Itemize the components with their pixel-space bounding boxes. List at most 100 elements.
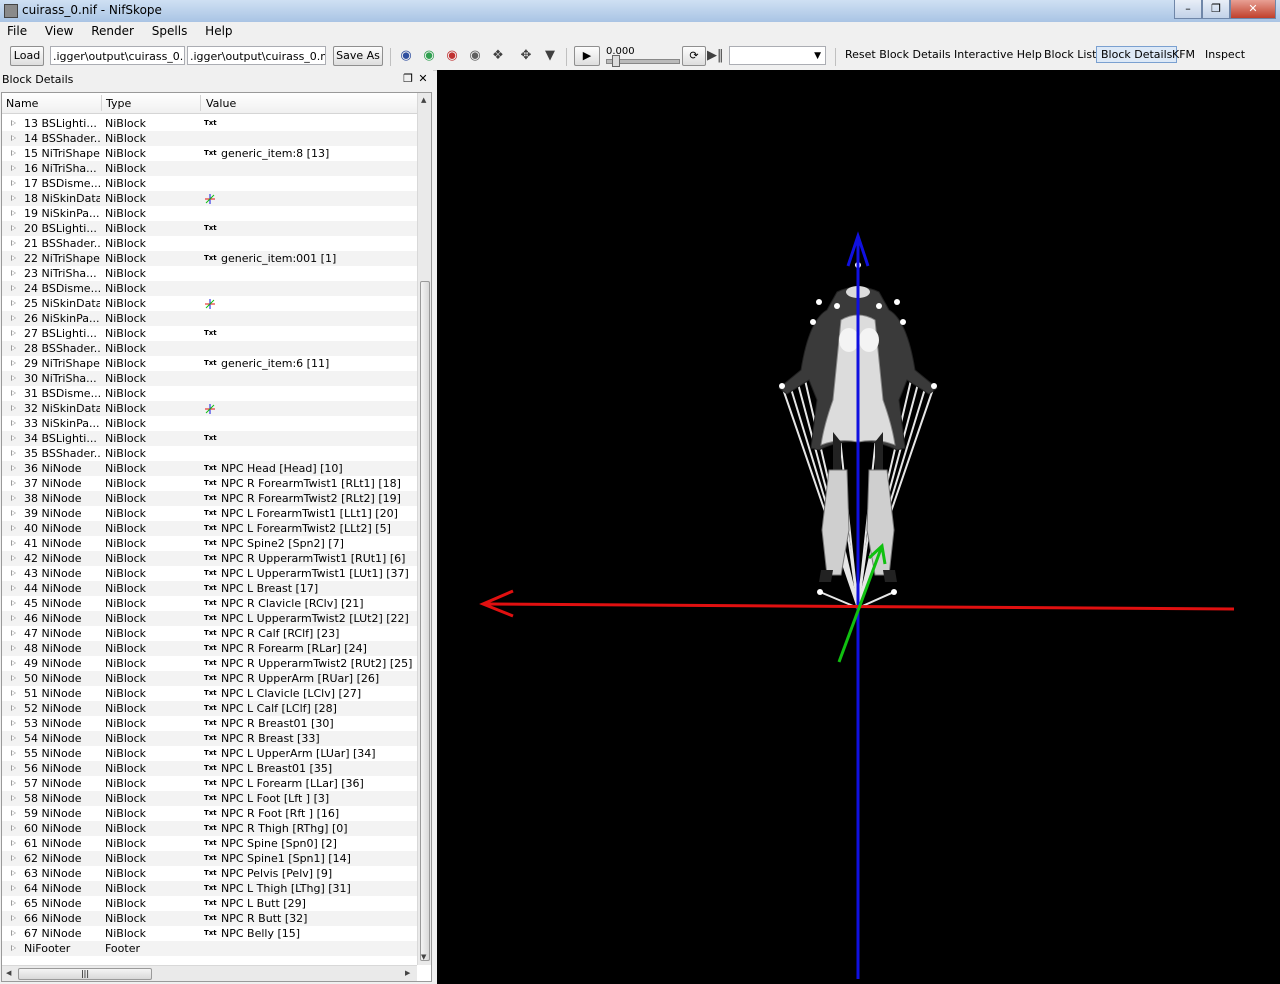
- expand-arrow-icon[interactable]: [11, 750, 16, 756]
- inspect-button[interactable]: Inspect: [1205, 48, 1245, 61]
- window-title-bar[interactable]: cuirass_0.nif - NifSkope – ❐ ✕: [0, 0, 1280, 23]
- load-button[interactable]: Load: [10, 46, 44, 66]
- expand-arrow-icon[interactable]: [11, 165, 16, 171]
- table-row[interactable]: 66 NiNode NiBlock Txt NPC R Butt [32]: [2, 911, 417, 926]
- expand-arrow-icon[interactable]: [11, 195, 16, 201]
- table-row[interactable]: NiFooter Footer: [2, 941, 417, 956]
- expand-arrow-icon[interactable]: [11, 240, 16, 246]
- scrollbar-thumb[interactable]: [420, 281, 430, 961]
- eye-red-icon[interactable]: ◉: [444, 48, 460, 64]
- table-row[interactable]: 29 NiTriShape NiBlock Txt generic_item:6 [1…: [2, 356, 417, 371]
- expand-arrow-icon[interactable]: [11, 450, 16, 456]
- column-value[interactable]: Value: [206, 97, 236, 110]
- table-row[interactable]: 53 NiNode NiBlock Txt NPC R Breast01 [30]: [2, 716, 417, 731]
- menu-spells[interactable]: Spells: [145, 22, 195, 40]
- table-row[interactable]: 22 NiTriShape NiBlock Txt generic_item:001 …: [2, 251, 417, 266]
- loop-button[interactable]: ⟳: [682, 46, 706, 66]
- table-row[interactable]: 15 NiTriShape NiBlock Txt generic_item:8 [1…: [2, 146, 417, 161]
- table-row[interactable]: 51 NiNode NiBlock Txt NPC L Clavicle [LClv]…: [2, 686, 417, 701]
- footprint-icon[interactable]: ❖: [490, 48, 506, 64]
- close-panel-icon[interactable]: ✕: [416, 72, 430, 86]
- expand-arrow-icon[interactable]: [11, 645, 16, 651]
- expand-arrow-icon[interactable]: [11, 870, 16, 876]
- table-row[interactable]: 58 NiNode NiBlock Txt NPC L Foot [Lft ] [3]: [2, 791, 417, 806]
- table-row[interactable]: 59 NiNode NiBlock Txt NPC R Foot [Rft ] [16…: [2, 806, 417, 821]
- block-list-button[interactable]: Block List: [1044, 48, 1096, 61]
- table-row[interactable]: 40 NiNode NiBlock Txt NPC L ForearmTwist2 […: [2, 521, 417, 536]
- table-row[interactable]: 54 NiNode NiBlock Txt NPC R Breast [33]: [2, 731, 417, 746]
- vertical-scrollbar[interactable]: ▲ ▼: [417, 93, 431, 965]
- expand-arrow-icon[interactable]: [11, 405, 16, 411]
- expand-arrow-icon[interactable]: [11, 795, 16, 801]
- table-row[interactable]: 62 NiNode NiBlock Txt NPC Spine1 [Spn1] [14…: [2, 851, 417, 866]
- expand-arrow-icon[interactable]: [11, 840, 16, 846]
- table-row[interactable]: 48 NiNode NiBlock Txt NPC R Forearm [RLar] …: [2, 641, 417, 656]
- expand-arrow-icon[interactable]: [11, 330, 16, 336]
- expand-arrow-icon[interactable]: [11, 180, 16, 186]
- expand-arrow-icon[interactable]: [11, 945, 16, 951]
- expand-arrow-icon[interactable]: [11, 825, 16, 831]
- expand-arrow-icon[interactable]: [11, 390, 16, 396]
- table-row[interactable]: 13 BSLighti... NiBlock Txt: [2, 116, 417, 131]
- table-row[interactable]: 41 NiNode NiBlock Txt NPC Spine2 [Spn2] [7]: [2, 536, 417, 551]
- table-row[interactable]: 44 NiNode NiBlock Txt NPC L Breast [17]: [2, 581, 417, 596]
- table-row[interactable]: 46 NiNode NiBlock Txt NPC L UpperarmTwist2 …: [2, 611, 417, 626]
- block-tree[interactable]: Name Type Value 13 BSLighti... NiBlock Txt…: [1, 92, 432, 982]
- expand-arrow-icon[interactable]: [11, 495, 16, 501]
- table-row[interactable]: 43 NiNode NiBlock Txt NPC L UpperarmTwist1 …: [2, 566, 417, 581]
- table-row[interactable]: 19 NiSkinPa... NiBlock: [2, 206, 417, 221]
- expand-arrow-icon[interactable]: [11, 585, 16, 591]
- expand-arrow-icon[interactable]: [11, 570, 16, 576]
- expand-arrow-icon[interactable]: [11, 465, 16, 471]
- expand-arrow-icon[interactable]: [11, 375, 16, 381]
- expand-arrow-icon[interactable]: [11, 780, 16, 786]
- expand-arrow-icon[interactable]: [11, 720, 16, 726]
- expand-arrow-icon[interactable]: [11, 315, 16, 321]
- save-as-button[interactable]: Save As: [333, 46, 383, 66]
- table-row[interactable]: 50 NiNode NiBlock Txt NPC R UpperArm [RUar]…: [2, 671, 417, 686]
- expand-arrow-icon[interactable]: [11, 360, 16, 366]
- table-row[interactable]: 20 BSLighti... NiBlock Txt: [2, 221, 417, 236]
- close-button[interactable]: ✕: [1230, 0, 1276, 19]
- table-row[interactable]: 39 NiNode NiBlock Txt NPC L ForearmTwist1 […: [2, 506, 417, 521]
- column-type[interactable]: Type: [106, 97, 131, 110]
- expand-arrow-icon[interactable]: [11, 540, 16, 546]
- time-slider-handle[interactable]: [612, 55, 620, 67]
- expand-arrow-icon[interactable]: [11, 900, 16, 906]
- scene-canvas[interactable]: [437, 70, 1280, 984]
- table-row[interactable]: 55 NiNode NiBlock Txt NPC L UpperArm [LUar]…: [2, 746, 417, 761]
- scroll-left-icon[interactable]: ◀: [6, 969, 11, 977]
- step-icon[interactable]: ▶‖: [707, 48, 724, 64]
- table-row[interactable]: 56 NiNode NiBlock Txt NPC L Breast01 [35]: [2, 761, 417, 776]
- expand-arrow-icon[interactable]: [11, 735, 16, 741]
- table-row[interactable]: 25 NiSkinData NiBlock: [2, 296, 417, 311]
- expand-arrow-icon[interactable]: [11, 480, 16, 486]
- table-row[interactable]: 14 BSShader... NiBlock: [2, 131, 417, 146]
- table-row[interactable]: 36 NiNode NiBlock Txt NPC Head [Head] [10]: [2, 461, 417, 476]
- eye-gray-icon[interactable]: ◉: [467, 48, 483, 64]
- table-row[interactable]: 45 NiNode NiBlock Txt NPC R Clavicle [RClv]…: [2, 596, 417, 611]
- expand-arrow-icon[interactable]: [11, 810, 16, 816]
- move-icon[interactable]: ✥: [518, 48, 534, 64]
- expand-arrow-icon[interactable]: [11, 255, 16, 261]
- expand-arrow-icon[interactable]: [11, 930, 16, 936]
- table-row[interactable]: 16 NiTriSha... NiBlock: [2, 161, 417, 176]
- dropdown-arrow-icon[interactable]: ▼: [542, 48, 558, 64]
- scroll-right-icon[interactable]: ▶: [405, 969, 410, 977]
- table-row[interactable]: 67 NiNode NiBlock Txt NPC Belly [15]: [2, 926, 417, 941]
- table-row[interactable]: 52 NiNode NiBlock Txt NPC L Calf [LClf] [28…: [2, 701, 417, 716]
- table-row[interactable]: 23 NiTriSha... NiBlock: [2, 266, 417, 281]
- scroll-down-icon[interactable]: ▼: [421, 953, 426, 961]
- table-row[interactable]: 61 NiNode NiBlock Txt NPC Spine [Spn0] [2]: [2, 836, 417, 851]
- expand-arrow-icon[interactable]: [11, 600, 16, 606]
- expand-arrow-icon[interactable]: [11, 525, 16, 531]
- expand-arrow-icon[interactable]: [11, 210, 16, 216]
- table-row[interactable]: 18 NiSkinData NiBlock: [2, 191, 417, 206]
- table-row[interactable]: 35 BSShader... NiBlock: [2, 446, 417, 461]
- save-path-field[interactable]: .igger\output\cuirass_0.nif: [187, 46, 326, 65]
- scroll-up-icon[interactable]: ▲: [421, 96, 426, 104]
- expand-arrow-icon[interactable]: [11, 675, 16, 681]
- table-row[interactable]: 47 NiNode NiBlock Txt NPC R Calf [RClf] [23…: [2, 626, 417, 641]
- table-row[interactable]: 21 BSShader... NiBlock: [2, 236, 417, 251]
- expand-arrow-icon[interactable]: [11, 120, 16, 126]
